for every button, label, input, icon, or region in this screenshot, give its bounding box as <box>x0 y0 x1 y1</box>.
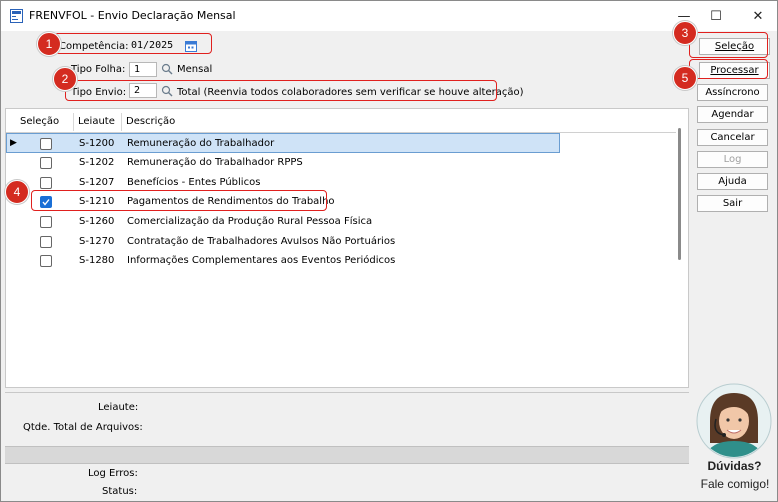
table-row[interactable]: S-1210 Pagamentos de Rendimentos do Trab… <box>6 192 560 212</box>
table-row[interactable]: S-1280 Informações Complementares aos Ev… <box>6 251 560 271</box>
tipo-envio-label: Tipo Envio: <box>71 87 127 98</box>
events-grid: Seleção Leiaute Descrição ▶ S-1200 Remun… <box>5 108 689 388</box>
sair-button[interactable]: Sair <box>697 195 768 212</box>
tipo-folha-field[interactable]: 1 <box>129 62 157 77</box>
badge-5: 5 <box>673 66 697 90</box>
row-leiaute: S-1270 <box>79 236 115 247</box>
search-icon[interactable] <box>161 85 173 97</box>
column-header-leiaute[interactable]: Leiaute <box>74 113 122 131</box>
table-row[interactable]: S-1270 Contratação de Trabalhadores Avul… <box>6 232 560 252</box>
row-leiaute: S-1207 <box>79 177 115 188</box>
processar-button[interactable]: Processar <box>699 62 770 79</box>
maximize-button[interactable]: ☐ <box>693 1 739 31</box>
badge-3: 3 <box>673 21 697 45</box>
status-label: Status: <box>102 486 138 497</box>
row-checkbox-checked[interactable] <box>40 196 52 208</box>
row-descricao: Benefícios - Entes Públicos <box>127 177 261 188</box>
row-descricao: Remuneração do Trabalhador <box>127 138 275 149</box>
leiaute-info-label: Leiaute: <box>98 402 139 413</box>
log-erros-label: Log Erros: <box>88 468 138 479</box>
row-checkbox[interactable] <box>40 216 52 228</box>
progress-band <box>5 446 689 464</box>
table-row[interactable]: S-1202 Remuneração do Trabalhador RPPS <box>6 153 560 173</box>
search-icon[interactable] <box>161 63 173 75</box>
tipo-envio-field[interactable]: 2 <box>129 83 157 98</box>
row-checkbox[interactable] <box>40 255 52 267</box>
table-row[interactable]: S-1207 Benefícios - Entes Públicos <box>6 173 560 193</box>
row-descricao: Pagamentos de Rendimentos do Trabalho <box>127 196 335 207</box>
table-row[interactable]: S-1260 Comercialização da Produção Rural… <box>6 212 560 232</box>
qtde-arquivos-label: Qtde. Total de Arquivos: <box>23 422 143 433</box>
help-title: Dúvidas? <box>707 459 762 473</box>
app-icon <box>10 9 23 23</box>
ajuda-button[interactable]: Ajuda <box>697 173 768 190</box>
vertical-scrollbar[interactable] <box>678 128 681 260</box>
row-checkbox[interactable] <box>40 177 52 189</box>
row-leiaute: S-1260 <box>79 216 115 227</box>
checkmark-icon <box>42 199 50 206</box>
close-button[interactable]: ✕ <box>735 1 778 31</box>
row-leiaute: S-1202 <box>79 157 115 168</box>
row-descricao: Remuneração do Trabalhador RPPS <box>127 157 303 168</box>
competencia-label: Competência: <box>59 41 129 52</box>
competencia-field[interactable]: 01/2025 <box>127 39 181 54</box>
main-window: FRENVFOL - Envio Declaração Mensal — ☐ ✕… <box>0 0 778 502</box>
processar-button-label: Processar <box>710 65 759 76</box>
divider <box>5 392 689 393</box>
assincrono-button[interactable]: Assíncrono <box>697 84 768 101</box>
badge-4: 4 <box>5 180 29 204</box>
row-leiaute: S-1210 <box>79 196 115 207</box>
selecao-button[interactable]: Seleção <box>699 38 770 55</box>
column-header-descricao[interactable]: Descrição <box>122 113 560 131</box>
row-leiaute: S-1280 <box>79 255 115 266</box>
selecao-button-label: Seleção <box>714 41 755 52</box>
badge-2: 2 <box>53 67 77 91</box>
help-subtitle: Fale comigo! <box>700 477 770 491</box>
row-checkbox[interactable] <box>40 236 52 248</box>
column-header-selecao[interactable]: Seleção <box>16 113 74 131</box>
row-leiaute: S-1200 <box>79 138 115 149</box>
window-title: FRENVFOL - Envio Declaração Mensal <box>29 9 236 22</box>
tipo-folha-label: Tipo Folha: <box>71 64 126 75</box>
badge-1: 1 <box>37 32 61 56</box>
log-button[interactable]: Log <box>697 151 768 168</box>
row-descricao: Comercialização da Produção Rural Pessoa… <box>127 216 373 227</box>
tipo-envio-description: Total (Reenvia todos colaboradores sem v… <box>177 87 524 98</box>
row-pointer-icon: ▶ <box>10 138 17 148</box>
row-descricao: Contratação de Trabalhadores Avulsos Não… <box>127 236 396 247</box>
tipo-folha-description: Mensal <box>177 64 213 75</box>
calendar-icon[interactable] <box>185 40 197 52</box>
cancelar-button[interactable]: Cancelar <box>697 129 768 146</box>
support-avatar[interactable] <box>696 383 772 459</box>
row-checkbox[interactable] <box>40 138 52 150</box>
info-panel: Leiaute: Qtde. Total de Arquivos: Log Er… <box>5 392 689 497</box>
agendar-button[interactable]: Agendar <box>697 106 768 123</box>
row-checkbox[interactable] <box>40 157 52 169</box>
table-row[interactable]: ▶ S-1200 Remuneração do Trabalhador <box>6 133 560 153</box>
title-bar: FRENVFOL - Envio Declaração Mensal — ☐ ✕ <box>1 1 777 31</box>
row-descricao: Informações Complementares aos Eventos P… <box>127 255 396 266</box>
